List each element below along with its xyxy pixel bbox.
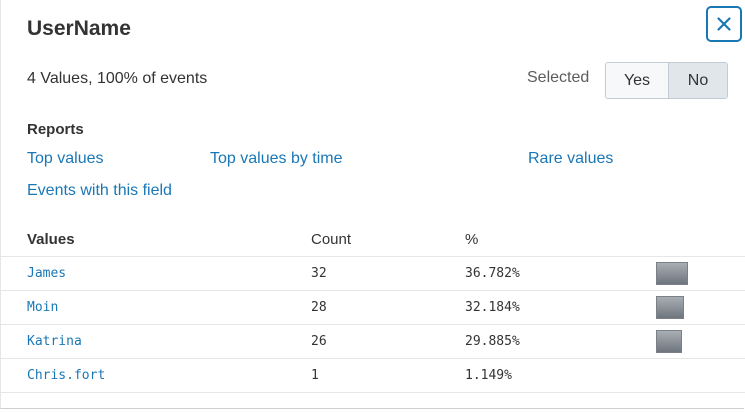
selected-toggle: Yes No: [605, 62, 728, 99]
close-button[interactable]: [706, 6, 742, 42]
report-link-top-values[interactable]: Top values: [27, 150, 104, 168]
table-row: Moin 28 32.184%: [1, 291, 745, 325]
column-header-count: Count: [311, 231, 352, 248]
report-link-events-with-field[interactable]: Events with this field: [27, 182, 172, 200]
selected-no-button[interactable]: No: [669, 63, 727, 98]
column-header-values: Values: [27, 231, 75, 248]
selected-yes-button[interactable]: Yes: [606, 63, 669, 98]
report-link-top-values-by-time[interactable]: Top values by time: [210, 150, 343, 168]
value-link[interactable]: Chris.fort: [27, 368, 105, 383]
values-table: Values Count % James 32 36.782% Moin 28 32.18…: [1, 227, 745, 393]
table-row: James 32 36.782%: [1, 257, 745, 291]
value-percent: 32.184%: [465, 300, 520, 315]
close-icon: [717, 17, 731, 31]
value-percent: 29.885%: [465, 334, 520, 349]
value-link[interactable]: James: [27, 266, 66, 281]
value-count: 28: [311, 300, 327, 315]
panel-title: UserName: [27, 17, 131, 40]
share-bar: [656, 296, 684, 319]
share-bar: [656, 262, 688, 285]
reports-heading: Reports: [27, 121, 84, 138]
share-bar: [656, 330, 682, 353]
value-link[interactable]: Katrina: [27, 334, 82, 349]
value-count: 32: [311, 266, 327, 281]
value-count: 1: [311, 368, 319, 383]
value-count: 26: [311, 334, 327, 349]
report-link-rare-values[interactable]: Rare values: [528, 150, 613, 168]
column-header-percent: %: [465, 231, 479, 248]
table-row: Chris.fort 1 1.149%: [1, 359, 745, 393]
table-header: Values Count %: [1, 227, 745, 257]
value-link[interactable]: Moin: [27, 300, 58, 315]
values-summary: 4 Values, 100% of events: [27, 70, 208, 87]
field-summary-panel: UserName 4 Values, 100% of events Select…: [0, 0, 745, 409]
value-percent: 36.782%: [465, 266, 520, 281]
table-row: Katrina 26 29.885%: [1, 325, 745, 359]
selected-label: Selected: [527, 69, 590, 86]
value-percent: 1.149%: [465, 368, 512, 383]
